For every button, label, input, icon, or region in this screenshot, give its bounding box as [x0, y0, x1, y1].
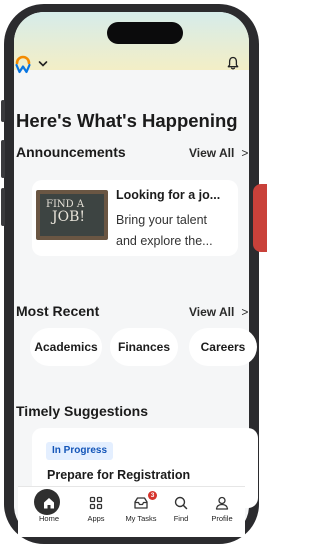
tab-home[interactable]: Home — [26, 487, 72, 533]
chip-finances[interactable]: Finances — [110, 328, 178, 366]
search-icon — [174, 496, 188, 510]
announcement-image: FIND A JOB! — [36, 190, 108, 240]
tab-find[interactable]: Find — [158, 487, 204, 533]
workday-logo-icon[interactable] — [15, 54, 31, 74]
page-title: Here's What's Happening — [16, 110, 238, 131]
notification-badge: 3 — [148, 491, 157, 500]
home-icon — [44, 498, 54, 509]
tab-profile[interactable]: Profile — [199, 487, 245, 533]
apps-grid-icon — [89, 496, 103, 510]
phone-side-button — [1, 100, 5, 122]
chevron-right-icon: > — [241, 305, 249, 319]
most-recent-title: Most Recent — [16, 303, 100, 319]
announcement-body: Bring your talent and explore the... — [116, 210, 228, 252]
chevron-down-icon[interactable] — [38, 60, 48, 68]
phone-side-button — [1, 140, 5, 178]
most-recent-view-all-link[interactable]: View All > — [189, 305, 248, 319]
tab-label: Profile — [211, 514, 233, 523]
tab-label: Apps — [87, 514, 105, 523]
suggestion-title: Prepare for Registration — [47, 468, 191, 482]
tab-label: Home — [38, 514, 59, 523]
chip-academics[interactable]: Academics — [30, 328, 102, 366]
announcement-title: Looking for a jo... — [116, 188, 221, 202]
person-icon — [215, 496, 229, 510]
app-bar — [0, 48, 239, 80]
view-all-label: View All — [189, 305, 235, 319]
bell-icon[interactable] — [227, 56, 239, 70]
dynamic-island — [107, 22, 183, 44]
tab-label: Find — [173, 514, 189, 523]
bottom-tab-bar: Home Apps 3 My Tasks Find Profile — [18, 486, 245, 537]
chip-careers[interactable]: Careers — [189, 328, 257, 366]
announcement-card-next[interactable] — [253, 184, 267, 252]
image-text: JOB! — [52, 209, 86, 225]
tab-apps[interactable]: Apps — [73, 487, 119, 533]
chevron-right-icon: > — [241, 146, 249, 160]
announcement-body-line: and explore the... — [116, 234, 213, 248]
announcement-body-line: Bring your talent — [116, 213, 208, 227]
timely-suggestions-title: Timely Suggestions — [16, 403, 148, 419]
status-badge: In Progress — [46, 442, 114, 460]
announcements-view-all-link[interactable]: View All > — [189, 146, 248, 160]
announcements-title: Announcements — [16, 144, 126, 160]
phone-side-button — [1, 188, 5, 226]
announcement-card[interactable]: FIND A JOB! Looking for a jo... Bring yo… — [32, 180, 238, 256]
view-all-label: View All — [189, 146, 235, 160]
